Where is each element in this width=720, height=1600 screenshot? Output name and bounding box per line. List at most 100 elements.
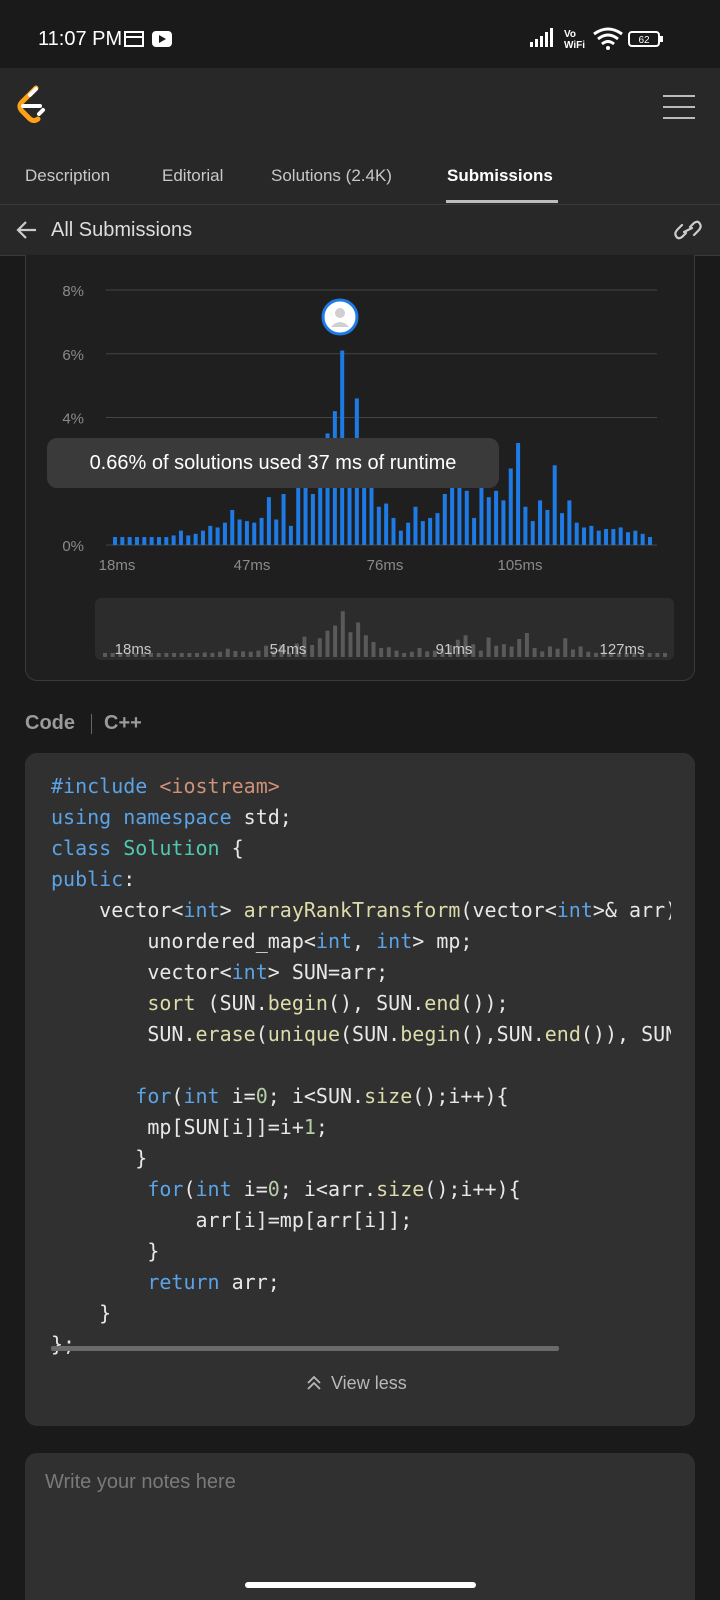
x-tick-label: 105ms [497,557,542,574]
bar [252,522,257,545]
slider-bar [555,648,560,657]
bar [516,443,521,545]
double-chevron-up-icon [307,1375,321,1390]
gesture-nav-bar[interactable] [245,1582,476,1588]
leetcode-logo[interactable] [16,85,50,123]
y-tick-label: 8% [62,283,84,300]
slider-bar [202,652,207,657]
bar [376,506,381,545]
bar [523,506,528,545]
slider-bar [363,635,368,657]
slider-bar [570,649,575,657]
y-tick-label: 4% [62,411,84,428]
view-less-label: View less [331,1372,407,1393]
slider-bar [524,633,529,657]
bar [186,535,191,545]
slider-bar [655,653,660,657]
bar [413,506,418,545]
slider-bar [517,639,522,657]
link-icon[interactable] [674,218,702,242]
status-bar: 11:07 PM Vo WiFi 62 [0,0,720,68]
slider-bar [325,630,330,657]
slider-label: 91ms [436,641,473,658]
bar [178,530,183,545]
slider-bar [225,648,230,657]
tab-editorial[interactable]: Editorial [162,166,223,186]
avatar-head [335,308,345,318]
bar [164,537,169,545]
slider-bar [103,653,107,657]
bar [530,521,535,545]
slider-bar [371,642,376,657]
slider-bar [210,652,215,657]
slider-bar [379,648,384,657]
slider-bar [256,650,261,657]
all-submissions-link[interactable]: All Submissions [51,219,192,242]
code-divider [91,714,92,734]
slider-label: 127ms [599,641,644,658]
bar [633,530,638,545]
x-tick-label: 47ms [234,557,271,574]
x-tick-label: 18ms [99,557,136,574]
bar [171,535,176,545]
bar [288,525,293,545]
slider-label: 54ms [270,641,307,658]
slider-bar [578,646,583,657]
bar [486,497,491,545]
bar [508,468,513,545]
view-less-button[interactable]: View less [305,1368,407,1398]
bar [266,497,271,545]
bar [142,537,147,545]
bar [545,509,550,545]
code-block: #include <iostream> using namespace std;… [25,753,695,1426]
hamburger-icon[interactable] [663,93,697,121]
slider-bar [179,653,184,657]
tab-solutions[interactable]: Solutions (2.4K) [271,166,392,186]
bar [560,513,565,545]
y-tick-label: 0% [62,538,84,555]
bar [259,517,264,545]
slider-bar [233,651,238,657]
bar [208,525,213,545]
bar [149,537,154,545]
notes-area[interactable]: Write your notes here [25,1453,695,1600]
submission-header: All Submissions [0,205,720,256]
tab-bar: Description Editorial Solutions (2.4K) S… [0,148,720,205]
svg-text:WiFi: WiFi [564,40,585,51]
notes-placeholder: Write your notes here [45,1471,236,1493]
tab-submissions[interactable]: Submissions [447,166,553,186]
slider-bar [386,647,391,657]
notification-icons [124,31,172,47]
slider-bar [164,653,169,657]
slider-label: 18ms [115,641,152,658]
bar [618,527,623,545]
chart-tooltip: 0.66% of solutions used 37 ms of runtime [47,438,499,488]
bar [611,529,616,545]
top-navbar [0,68,720,148]
slider-bar [264,645,269,657]
bar [589,525,594,545]
signal-icon [530,28,553,47]
slider-bar [663,653,667,657]
back-arrow-icon[interactable] [16,219,38,241]
x-tick-label: 76ms [367,557,404,574]
bar [398,530,403,545]
bar [472,517,477,545]
calendar-icon [124,31,144,47]
slider-bar [156,653,161,657]
bar [134,537,139,545]
slider-bar [509,646,514,657]
bar [464,490,469,545]
slider-bar [547,646,552,657]
tab-description[interactable]: Description [25,166,110,186]
slider-bar [586,651,591,657]
bar [552,465,557,545]
system-icons: Vo WiFi 62 [530,27,663,51]
slider-bar [310,645,315,657]
slider-bar [563,638,568,657]
code-horizontal-scrollbar[interactable] [51,1346,559,1351]
bar [127,537,132,545]
bar [574,522,579,545]
bar [274,519,279,545]
slider-bar [187,653,192,657]
